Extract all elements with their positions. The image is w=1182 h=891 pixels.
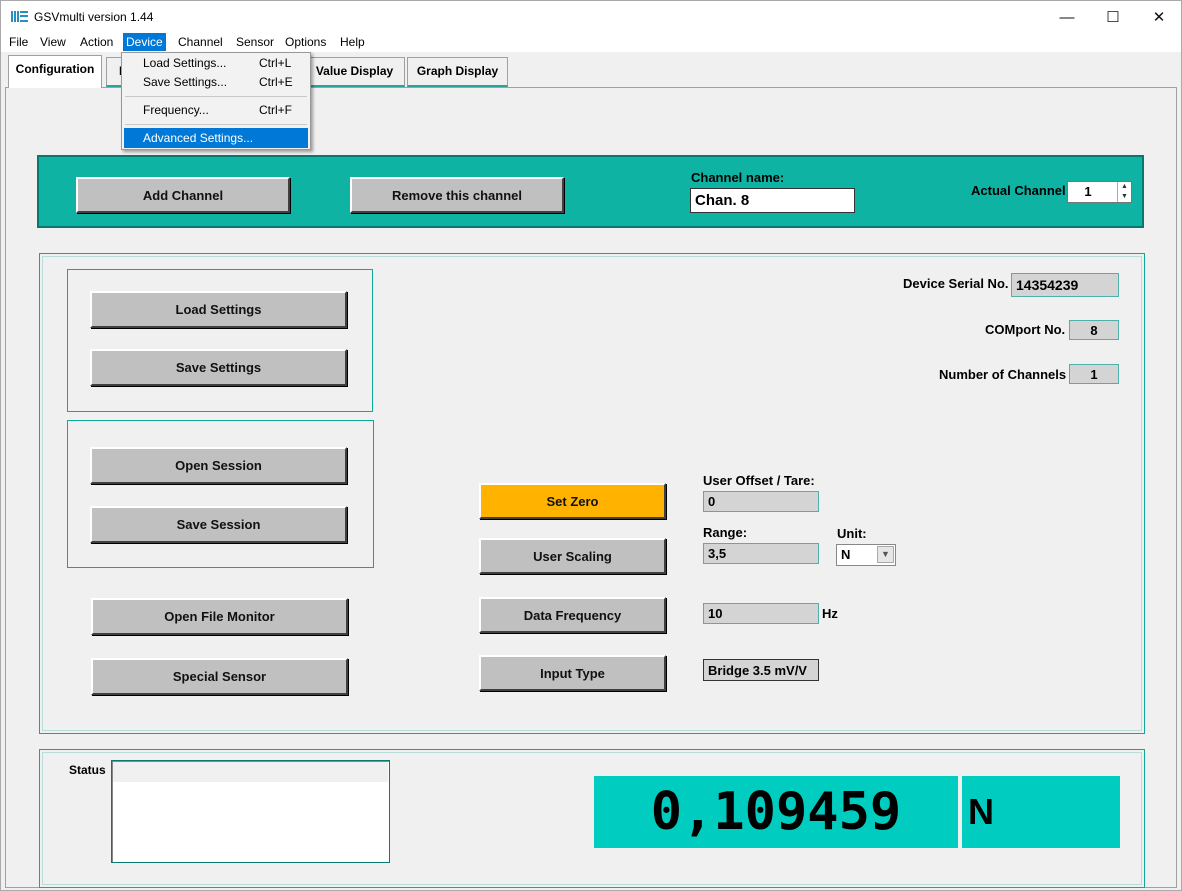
number-of-channels-label: Number of Channels [939, 367, 1067, 382]
unit-select-value: N [841, 547, 851, 562]
menu-save-settings[interactable]: Save Settings... Ctrl+E [124, 72, 308, 92]
menu-bar: File View Action Device Channel Sensor O… [0, 32, 1182, 52]
menu-device[interactable]: Device [123, 33, 166, 51]
input-type-button[interactable]: Input Type [479, 655, 666, 691]
input-type-value: Bridge 3.5 mV/V [703, 659, 819, 681]
client-area: Configuration F Value Display Graph Disp… [0, 52, 1182, 891]
user-scaling-button[interactable]: User Scaling [479, 538, 666, 574]
menu-view[interactable]: View [37, 33, 69, 51]
open-session-button[interactable]: Open Session [90, 447, 347, 484]
data-frequency-button[interactable]: Data Frequency [479, 597, 666, 633]
device-menu-dropdown: Load Settings... Ctrl+L Save Settings...… [121, 52, 311, 150]
channel-name-label: Channel name: [691, 170, 785, 185]
save-session-button[interactable]: Save Session [90, 506, 347, 543]
unit-select[interactable]: N ▼ [836, 544, 896, 566]
user-offset-input[interactable]: 0 [703, 491, 819, 512]
frequency-unit-label: Hz [822, 606, 838, 621]
range-input[interactable]: 3,5 [703, 543, 819, 564]
menu-save-settings-shortcut: Ctrl+E [259, 75, 293, 89]
menu-sensor[interactable]: Sensor [233, 33, 277, 51]
load-settings-button[interactable]: Load Settings [90, 291, 347, 328]
title-bar: GSVmulti version 1.44 — ☐ ✕ [0, 0, 1182, 32]
spinner-arrows[interactable]: ▲ ▼ [1117, 182, 1131, 202]
spin-down-icon[interactable]: ▼ [1118, 192, 1131, 202]
window-title: GSVmulti version 1.44 [34, 10, 154, 24]
minimize-icon[interactable]: — [1044, 1, 1090, 33]
actual-channel-label: Actual Channel [971, 183, 1066, 198]
serial-number-value: 14354239 [1011, 273, 1119, 297]
comport-value: 8 [1069, 320, 1119, 340]
unit-label: Unit: [837, 526, 867, 541]
tab-graph-display[interactable]: Graph Display [407, 57, 508, 87]
menu-frequency-shortcut: Ctrl+F [259, 103, 292, 117]
set-zero-button[interactable]: Set Zero [479, 483, 666, 519]
menu-separator [125, 124, 307, 125]
tab-configuration[interactable]: Configuration [8, 55, 102, 88]
number-of-channels-value: 1 [1069, 364, 1119, 384]
status-label: Status [69, 763, 106, 777]
status-header [113, 762, 388, 782]
menu-save-settings-label: Save Settings... [143, 75, 228, 89]
range-label: Range: [703, 525, 748, 540]
actual-channel-value: 1 [1084, 184, 1092, 199]
special-sensor-button[interactable]: Special Sensor [91, 658, 348, 695]
chevron-down-icon[interactable]: ▼ [877, 546, 894, 563]
spin-up-icon[interactable]: ▲ [1118, 182, 1131, 192]
user-offset-label: User Offset / Tare: [703, 473, 815, 488]
menu-file[interactable]: File [6, 33, 31, 51]
measurement-unit-display: N [962, 776, 1120, 848]
menu-separator [125, 96, 307, 97]
tab-value-display[interactable]: Value Display [304, 57, 405, 87]
comport-label: COMport No. [985, 322, 1066, 337]
menu-advanced-settings[interactable]: Advanced Settings... [124, 128, 308, 148]
add-channel-button[interactable]: Add Channel [76, 177, 290, 213]
actual-channel-spinner[interactable]: 1 ▲ ▼ [1067, 181, 1132, 203]
menu-load-settings-label: Load Settings... [143, 56, 227, 70]
open-file-monitor-button[interactable]: Open File Monitor [91, 598, 348, 635]
channel-name-input[interactable]: Chan. 8 [690, 188, 855, 213]
menu-action[interactable]: Action [77, 33, 116, 51]
serial-number-label: Device Serial No. [903, 276, 1009, 291]
menu-options[interactable]: Options [282, 33, 329, 51]
maximize-icon[interactable]: ☐ [1090, 1, 1136, 33]
menu-advanced-settings-label: Advanced Settings... [143, 131, 254, 145]
save-settings-button[interactable]: Save Settings [90, 349, 347, 386]
menu-frequency[interactable]: Frequency... Ctrl+F [124, 100, 308, 120]
menu-frequency-label: Frequency... [143, 103, 209, 117]
menu-load-settings-shortcut: Ctrl+L [259, 56, 292, 70]
app-logo-icon [11, 11, 28, 22]
menu-help[interactable]: Help [337, 33, 368, 51]
close-icon[interactable]: ✕ [1136, 1, 1182, 33]
status-textbox[interactable] [111, 760, 390, 863]
session-group [67, 420, 374, 568]
menu-load-settings[interactable]: Load Settings... Ctrl+L [124, 53, 308, 73]
remove-channel-button[interactable]: Remove this channel [350, 177, 564, 213]
menu-channel[interactable]: Channel [175, 33, 226, 51]
measurement-display: 0,109459 [594, 776, 958, 848]
frequency-value[interactable]: 10 [703, 603, 819, 624]
